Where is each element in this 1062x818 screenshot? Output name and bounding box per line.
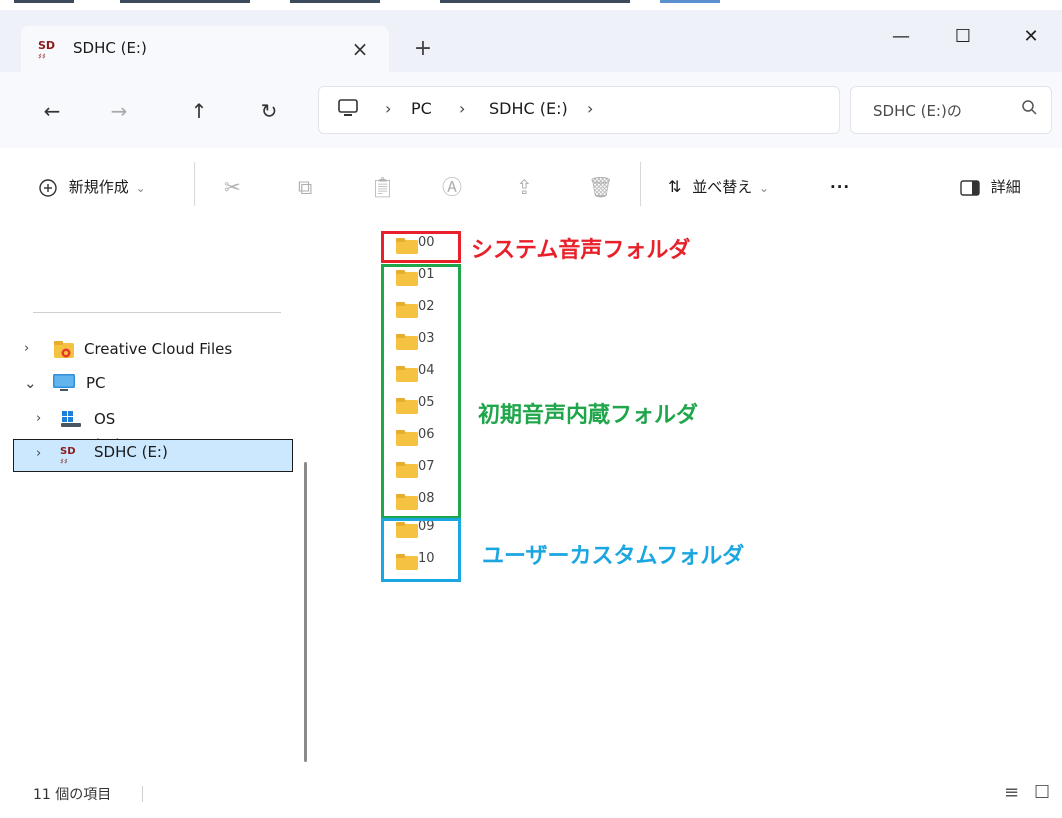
svg-text:♯♯: ♯♯ xyxy=(38,52,46,60)
maximize-button[interactable]: ☐ xyxy=(940,22,986,52)
pc-monitor-icon xyxy=(53,374,75,391)
chevron-right-icon[interactable]: › xyxy=(36,446,41,461)
tile-view-icon[interactable]: ☐ xyxy=(1034,782,1050,803)
sort-button[interactable]: ⇅ 並べ替え ⌄ xyxy=(668,172,769,202)
new-label: 新規作成 xyxy=(68,178,129,196)
breadcrumb-separator: › xyxy=(587,99,594,118)
file-list: 00 01 02 03 04 05 06 07 08 09 10 システム音声フォルダ 初期音声内蔵… xyxy=(320,224,1062,768)
sd-card-icon: SD ♯♯ xyxy=(60,446,76,466)
scrollbar[interactable] xyxy=(304,462,307,762)
paste-icon[interactable]: 📋︎ xyxy=(370,172,395,202)
back-button[interactable]: ← xyxy=(35,94,69,128)
sidebar-item-label: PC xyxy=(86,374,106,392)
tab-sdhc[interactable]: SD ♯♯ SDHC (E:) × xyxy=(21,26,389,72)
chevron-down-icon: ⌄ xyxy=(758,181,770,195)
system-folder-annotation: システム音声フォルダ xyxy=(471,238,691,263)
command-bar: 新規作成 ⌄ ✂ ⧉ 📋︎ Ⓐ ⇪ 🗑︎ ⇅ 並べ替え ⌄ ··· 詳細 xyxy=(0,148,1062,225)
windows-drive-icon xyxy=(61,411,81,427)
copy-icon[interactable]: ⧉ xyxy=(298,172,312,202)
system-folder-box xyxy=(381,231,461,263)
more-options-button[interactable]: ··· xyxy=(830,172,850,202)
list-view-icon[interactable]: ≡ xyxy=(1004,782,1019,803)
details-pane-icon xyxy=(960,179,980,196)
delete-icon[interactable]: 🗑︎ xyxy=(588,172,613,202)
separator xyxy=(33,312,281,313)
details-button[interactable]: 詳細 xyxy=(960,172,1021,202)
up-button[interactable]: ↑ xyxy=(182,94,216,128)
pc-icon xyxy=(338,99,358,116)
item-count: 11 個の項目 xyxy=(33,787,112,803)
creative-cloud-folder-icon xyxy=(54,341,74,358)
breadcrumb-separator: › xyxy=(459,99,466,118)
tab-label: SDHC (E:) xyxy=(73,39,147,57)
cut-icon[interactable]: ✂ xyxy=(224,172,241,202)
refresh-button[interactable]: ↻ xyxy=(252,94,286,128)
sidebar-item-sdhc-e[interactable]: › SD ♯♯ SDHC (E:) xyxy=(13,439,293,472)
sort-icon: ⇅ xyxy=(668,177,682,196)
builtin-folder-annotation: 初期音声内蔵フォルダ xyxy=(478,403,699,428)
forward-button[interactable]: → xyxy=(102,94,136,128)
navigation-pane: › Creative Cloud Files ⌄ PC › OS (C:) xyxy=(0,224,320,768)
custom-folder-annotation: ユーザーカスタムフォルダ xyxy=(482,544,745,569)
close-tab-button[interactable]: × xyxy=(345,34,375,64)
sort-label: 並べ替え xyxy=(692,178,753,196)
chevron-right-icon[interactable]: › xyxy=(36,406,41,432)
sd-card-icon: SD ♯♯ xyxy=(38,39,55,60)
breadcrumb-sdhc[interactable]: SDHC (E:) xyxy=(489,99,568,118)
chevron-right-icon[interactable]: › xyxy=(24,336,29,362)
search-placeholder: SDHC (E:)の xyxy=(873,102,962,120)
share-icon[interactable]: ⇪ xyxy=(516,172,533,202)
sidebar-item-label: Creative Cloud Files xyxy=(84,340,233,358)
rename-icon[interactable]: Ⓐ xyxy=(442,172,462,202)
minimize-button[interactable]: — xyxy=(878,22,924,52)
sidebar-item-label: SDHC (E:) xyxy=(94,443,168,461)
status-bar: 11 個の項目 ≡ ☐ xyxy=(0,768,1062,818)
close-window-button[interactable]: ✕ xyxy=(1008,22,1054,52)
details-label: 詳細 xyxy=(990,178,1021,196)
magnifier-icon xyxy=(1022,100,1037,115)
new-button[interactable]: 新規作成 ⌄ xyxy=(38,172,146,202)
address-bar[interactable]: › PC › SDHC (E:) › xyxy=(318,86,840,134)
svg-text:♯♯: ♯♯ xyxy=(60,457,68,466)
custom-folder-box xyxy=(381,518,461,582)
svg-text:SD: SD xyxy=(38,39,55,52)
separator xyxy=(142,786,143,802)
plus-circle-icon xyxy=(39,178,57,197)
title-bar: SD ♯♯ SDHC (E:) × + — ☐ ✕ xyxy=(0,10,1062,72)
divider xyxy=(640,162,641,206)
navigation-bar: ← → ↑ ↻ › PC › SDHC (E:) › SDHC (E:)の xyxy=(0,72,1062,149)
chevron-down-icon[interactable]: ⌄ xyxy=(24,370,37,396)
divider xyxy=(194,162,195,206)
chevron-down-icon: ⌄ xyxy=(135,181,146,195)
svg-text:SD: SD xyxy=(60,446,76,457)
builtin-folder-box xyxy=(381,264,461,519)
background-strip xyxy=(0,0,1062,10)
breadcrumb-pc[interactable]: PC xyxy=(411,99,432,118)
breadcrumb-separator: › xyxy=(385,99,392,118)
search-box[interactable]: SDHC (E:)の xyxy=(850,86,1052,134)
new-tab-button[interactable]: + xyxy=(408,34,438,64)
